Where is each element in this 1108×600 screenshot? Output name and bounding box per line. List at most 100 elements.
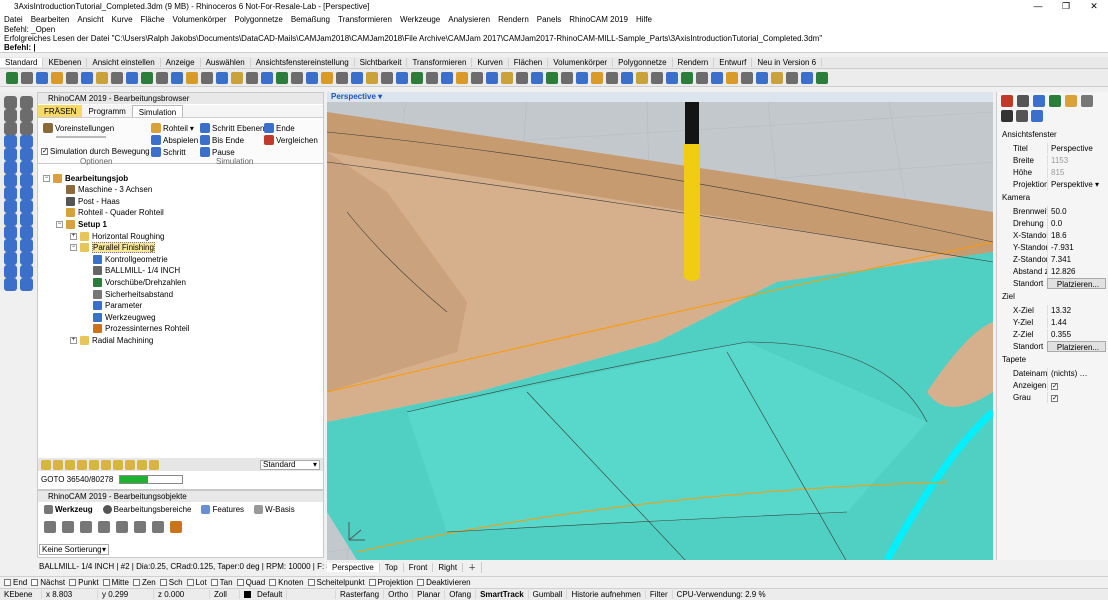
toolbar-command-icon[interactable] (516, 71, 528, 84)
status-toggle-ortho[interactable]: Ortho (384, 590, 414, 599)
toolbar-command-icon[interactable] (621, 71, 633, 84)
viewport-label[interactable]: Perspective ▾ (327, 92, 993, 102)
perspective-viewport[interactable]: Perspective ▾ (327, 92, 993, 560)
menu-kurve[interactable]: Kurve (108, 15, 137, 24)
tool-icon[interactable] (98, 521, 110, 533)
toolbar-command-icon[interactable] (51, 71, 63, 84)
left-tool-icon[interactable] (4, 226, 17, 239)
tool-icon[interactable] (41, 459, 51, 470)
left-tool-icon[interactable] (20, 161, 33, 174)
tab-anzeige[interactable]: Anzeige (161, 58, 201, 67)
panel-tab-icon[interactable] (1017, 95, 1029, 107)
menu-werkzeuge[interactable]: Werkzeuge (396, 15, 444, 24)
property-value[interactable]: 18.6 (1047, 230, 1106, 241)
menu-rendern[interactable]: Rendern (494, 15, 533, 24)
left-tool-icon[interactable] (20, 109, 33, 122)
status-toggle-planar[interactable]: Planar (413, 590, 446, 599)
left-tool-icon[interactable] (4, 200, 17, 213)
panel-tab-icon[interactable] (1081, 95, 1093, 107)
tab-entwurf[interactable]: Entwurf (714, 58, 753, 67)
toolbar-command-icon[interactable] (381, 71, 393, 84)
tab-top[interactable]: Top (380, 562, 404, 572)
properties-view-icon[interactable] (1016, 110, 1028, 122)
expand-toggle-icon[interactable]: + (70, 232, 77, 240)
left-tool-icon[interactable] (4, 135, 17, 148)
tab-flaechen[interactable]: Flächen (509, 58, 549, 67)
tab-right[interactable]: Right (433, 562, 464, 572)
pause-button[interactable]: Pause (200, 147, 235, 157)
tab-volumenkoerper[interactable]: Volumenkörper (548, 58, 614, 67)
osnap-zen[interactable]: Zen (132, 578, 156, 587)
tab-program[interactable]: Programm (82, 105, 131, 117)
left-tool-icon[interactable] (4, 213, 17, 226)
tree-machine[interactable]: Maschine - 3 Achsen (66, 185, 152, 195)
toolbar-command-icon[interactable] (456, 71, 468, 84)
tree-stock[interactable]: Rohteil - Quader Rohteil (66, 208, 164, 218)
property-value[interactable]: 50.0 (1047, 206, 1106, 217)
panel-tab-icon[interactable] (1033, 95, 1045, 107)
toolbar-command-icon[interactable] (741, 71, 753, 84)
property-value[interactable]: 0.0 (1047, 218, 1106, 229)
end-button[interactable]: Ende (264, 123, 295, 133)
menu-flaeche[interactable]: Fläche (137, 15, 169, 24)
osnap-deaktivieren[interactable]: Deaktivieren (417, 578, 471, 587)
osnap-punkt[interactable]: Punkt (69, 578, 99, 587)
menu-bearbeiten[interactable]: Bearbeiten (27, 15, 74, 24)
menu-bemassung[interactable]: Bemaßung (287, 15, 334, 24)
toolbar-command-icon[interactable] (666, 71, 678, 84)
expand-toggle-icon[interactable]: − (70, 244, 77, 252)
left-tool-icon[interactable] (20, 213, 33, 226)
property-value[interactable]: 12.826 (1047, 266, 1106, 277)
menu-ansicht[interactable]: Ansicht (73, 15, 107, 24)
toolbar-command-icon[interactable] (111, 71, 123, 84)
left-tool-icon[interactable] (4, 148, 17, 161)
left-tool-icon[interactable] (4, 174, 17, 187)
left-tool-icon[interactable] (20, 226, 33, 239)
osnap-end[interactable]: End (4, 578, 27, 587)
status-toggle-rasterfang[interactable]: Rasterfang (336, 590, 385, 599)
toolbar-command-icon[interactable] (201, 71, 213, 84)
status-toggle-gumball[interactable]: Gumball (529, 590, 568, 599)
toolbar-command-icon[interactable] (36, 71, 48, 84)
tools-tab[interactable]: Werkzeug (44, 505, 93, 514)
toolbar-command-icon[interactable] (681, 71, 693, 84)
left-tool-icon[interactable] (20, 278, 33, 291)
properties-view-icon[interactable] (1031, 110, 1043, 122)
toolbar-command-icon[interactable] (636, 71, 648, 84)
toolbar-command-icon[interactable] (96, 71, 108, 84)
panel-tab-icon[interactable] (1049, 95, 1061, 107)
left-tool-icon[interactable] (20, 135, 33, 148)
osnap-sch[interactable]: Sch (159, 578, 183, 587)
step-levels-button[interactable]: Schritt Ebenen (200, 123, 264, 133)
toolbar-command-icon[interactable] (546, 71, 558, 84)
property-value[interactable]: Platzieren... (1047, 278, 1106, 289)
tab-simulation[interactable]: Simulation (131, 105, 184, 117)
tree-radial-machining[interactable]: + Radial Machining (70, 335, 153, 345)
toolbar-command-icon[interactable] (801, 71, 813, 84)
sim-by-motion-checkbox[interactable]: Simulation durch Bewegung (41, 147, 150, 156)
left-tool-icon[interactable] (4, 161, 17, 174)
toolbar-command-icon[interactable] (81, 71, 93, 84)
toolbar-command-icon[interactable] (186, 71, 198, 84)
status-toggle-historie-aufnehmen[interactable]: Historie aufnehmen (567, 590, 646, 599)
toolbar-command-icon[interactable] (471, 71, 483, 84)
tab-rendern[interactable]: Rendern (673, 58, 715, 67)
toolbar-command-icon[interactable] (231, 71, 243, 84)
osnap-lot[interactable]: Lot (186, 578, 207, 587)
osnap-scheitelpunkt[interactable]: Scheitelpunkt (307, 578, 365, 587)
maximize-icon[interactable]: ❐ (1052, 0, 1080, 13)
tab-kurven[interactable]: Kurven (472, 58, 509, 67)
status-toggle-ofang[interactable]: Ofang (445, 590, 477, 599)
add-viewport-icon[interactable]: ＋ (463, 561, 483, 573)
left-tool-icon[interactable] (20, 265, 33, 278)
status-toggle-smarttrack[interactable]: SmartTrack (476, 590, 529, 599)
left-tool-icon[interactable] (4, 96, 17, 109)
tool-icon[interactable] (53, 459, 63, 470)
expand-toggle-icon[interactable]: − (43, 174, 50, 182)
toolbar-command-icon[interactable] (276, 71, 288, 84)
toolbar-command-icon[interactable] (711, 71, 723, 84)
menu-hilfe[interactable]: Hilfe (632, 15, 656, 24)
toolbar-command-icon[interactable] (576, 71, 588, 84)
toolbar-command-icon[interactable] (216, 71, 228, 84)
toolbar-command-icon[interactable] (321, 71, 333, 84)
